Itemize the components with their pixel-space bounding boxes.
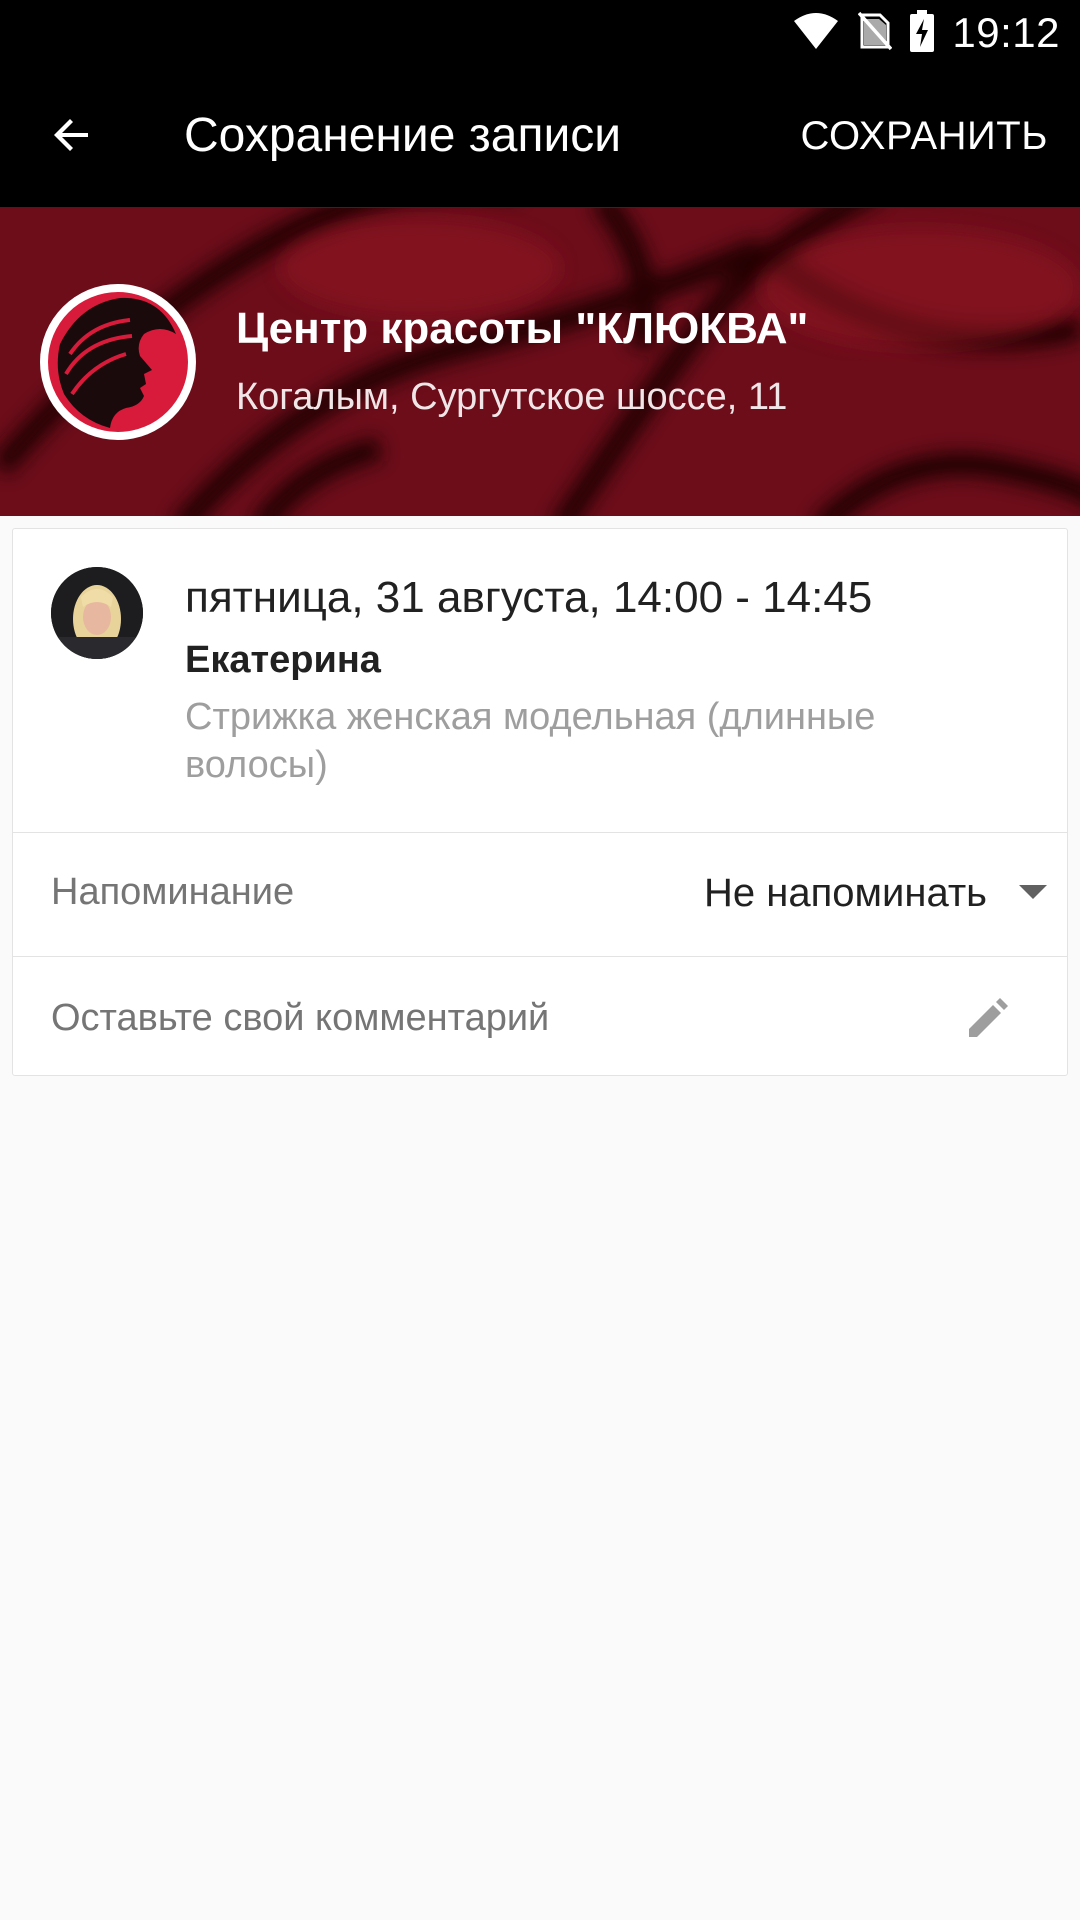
salon-address: Когалым, Сургутское шоссе, 11 xyxy=(236,376,788,418)
booking-datetime: пятница, 31 августа, 14:00 - 14:45 xyxy=(185,573,873,622)
no-sim-icon xyxy=(858,11,893,56)
dropdown-arrow-icon[interactable] xyxy=(1019,885,1047,899)
salon-header: Центр красоты "КЛЮКВА" Когалым, Сургутск… xyxy=(0,208,1080,516)
service-name: Стрижка женская модельная (длинные волос… xyxy=(185,696,876,786)
comment-field[interactable]: Оставьте свой комментарий xyxy=(13,957,1067,1077)
page-title: Сохранение записи xyxy=(184,109,622,162)
status-time: 19:12 xyxy=(952,9,1060,56)
salon-logo xyxy=(40,284,196,440)
salon-name: Центр красоты "КЛЮКВА" xyxy=(236,304,809,353)
comment-placeholder: Оставьте свой комментарий xyxy=(51,997,550,1039)
reminder-label: Напоминание xyxy=(51,871,295,913)
battery-charging-icon xyxy=(910,9,935,57)
back-button[interactable] xyxy=(32,102,112,172)
status-bar: 19:12 xyxy=(0,0,1080,66)
wifi-icon xyxy=(792,11,840,56)
save-button[interactable]: СОХРАНИТЬ xyxy=(800,110,1048,162)
app-bar: Сохранение записи СОХРАНИТЬ xyxy=(0,66,1080,208)
status-icons: 19:12 xyxy=(792,8,1060,58)
booking-card: пятница, 31 августа, 14:00 - 14:45 Екате… xyxy=(12,528,1068,1076)
avatar xyxy=(51,567,143,659)
pencil-icon[interactable] xyxy=(965,997,1009,1041)
master-name: Екатерина xyxy=(185,639,381,681)
booking-details: пятница, 31 августа, 14:00 - 14:45 Екате… xyxy=(13,529,1067,833)
reminder-selector[interactable]: Напоминание Не напоминать xyxy=(13,833,1067,957)
arrow-back-icon xyxy=(48,111,96,164)
reminder-value[interactable]: Не напоминать xyxy=(704,871,987,916)
